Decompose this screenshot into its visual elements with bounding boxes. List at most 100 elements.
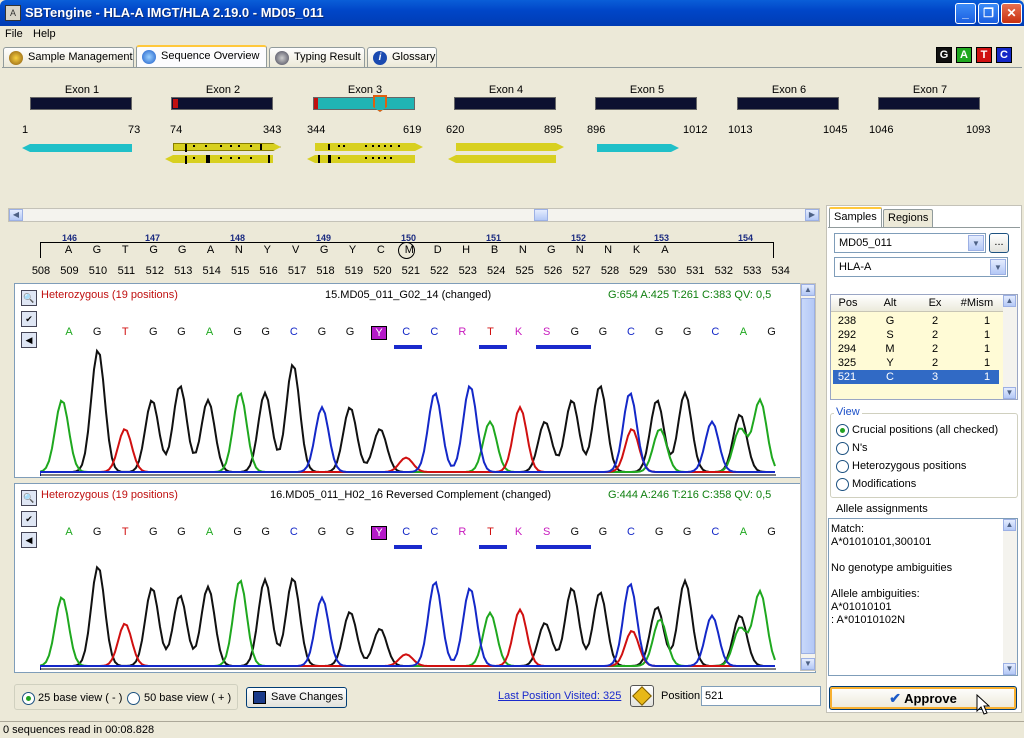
horizontal-scrollbar[interactable]: ◀ ▶ — [8, 208, 820, 222]
called-base[interactable]: A — [203, 326, 217, 338]
scroll-down-button[interactable]: ▼ — [1003, 387, 1016, 399]
table-cell[interactable]: S — [880, 329, 900, 341]
called-base[interactable]: G — [568, 526, 582, 538]
called-base[interactable]: G — [652, 526, 666, 538]
table-cell[interactable]: M — [880, 343, 900, 355]
chevron-down-icon[interactable]: ▼ — [990, 259, 1006, 275]
tab-glossary[interactable]: i Glossary — [367, 47, 437, 67]
called-base[interactable]: C — [624, 326, 638, 338]
radio-heterozygous[interactable] — [836, 460, 849, 473]
exon-bar[interactable] — [454, 97, 556, 110]
table-cell[interactable]: 1 — [972, 357, 1002, 369]
position-number[interactable]: 508 — [27, 265, 55, 277]
col-mism[interactable]: #Mism — [957, 297, 997, 309]
position-number[interactable]: 513 — [169, 265, 197, 277]
called-base[interactable]: A — [62, 526, 76, 538]
called-base[interactable]: C — [624, 526, 638, 538]
called-base[interactable]: R — [455, 326, 469, 338]
position-number[interactable]: 519 — [340, 265, 368, 277]
called-base[interactable]: T — [118, 526, 132, 538]
table-cell[interactable]: 3 — [925, 371, 945, 383]
read-arrow[interactable] — [456, 143, 564, 151]
base-g-toggle[interactable]: G — [936, 47, 952, 63]
exon-bar[interactable] — [878, 97, 980, 110]
called-base[interactable]: G — [680, 326, 694, 338]
col-pos[interactable]: Pos — [838, 297, 858, 309]
radio-25-base[interactable] — [22, 692, 35, 705]
browse-button[interactable]: ... — [989, 233, 1009, 253]
called-base[interactable]: G — [231, 526, 245, 538]
table-cell[interactable]: 2 — [925, 315, 945, 327]
vertical-scrollbar[interactable]: ▲ ▼ — [800, 283, 816, 671]
base-a-toggle[interactable]: A — [956, 47, 972, 63]
called-base[interactable]: G — [146, 326, 160, 338]
called-base[interactable]: C — [399, 526, 413, 538]
called-base[interactable]: S — [540, 326, 554, 338]
table-cell[interactable]: 521 — [833, 371, 861, 383]
sample-select[interactable]: MD05_011 ▼ — [834, 233, 986, 253]
menu-help[interactable]: Help — [33, 28, 56, 40]
called-base[interactable]: C — [427, 526, 441, 538]
trace-panel-2[interactable]: 🔍 ✔ ◀ Heterozygous (19 positions) 16.MD0… — [14, 483, 816, 673]
scroll-thumb[interactable] — [534, 209, 548, 221]
called-base[interactable]: G — [652, 326, 666, 338]
scroll-left-button[interactable]: ◀ — [9, 209, 23, 221]
called-base[interactable]: S — [540, 526, 554, 538]
table-cell[interactable]: 1 — [972, 371, 1002, 383]
position-number[interactable]: 517 — [283, 265, 311, 277]
radio-ns[interactable] — [836, 442, 849, 455]
position-number[interactable]: 512 — [141, 265, 169, 277]
tab-regions[interactable]: Regions — [883, 209, 934, 227]
base-t-toggle[interactable]: T — [976, 47, 992, 63]
scroll-up-button[interactable]: ▲ — [1003, 295, 1016, 307]
table-cell[interactable]: 1 — [972, 329, 1002, 341]
back-arrow-icon[interactable]: ◀ — [21, 332, 37, 348]
region-select[interactable]: HLA-A ▼ — [834, 257, 1008, 277]
called-base[interactable]: T — [484, 326, 498, 338]
called-base[interactable]: C — [708, 526, 722, 538]
table-cell[interactable]: 2 — [925, 357, 945, 369]
close-button[interactable]: ✕ — [1001, 3, 1022, 24]
table-cell[interactable]: 325 — [833, 357, 861, 369]
allele-scrollbar[interactable]: ▲ ▼ — [1003, 519, 1017, 675]
position-number[interactable]: 515 — [226, 265, 254, 277]
position-number[interactable]: 527 — [568, 265, 596, 277]
called-base[interactable]: G — [259, 326, 273, 338]
title-bar[interactable]: A SBTengine - HLA-A IMGT/HLA 2.19.0 - MD… — [0, 0, 1024, 26]
col-alt[interactable]: Alt — [880, 297, 900, 309]
table-cell[interactable]: 2 — [925, 343, 945, 355]
minimize-button[interactable]: _ — [955, 3, 976, 24]
position-number[interactable]: 533 — [738, 265, 766, 277]
scroll-thumb[interactable] — [801, 298, 815, 654]
table-cell[interactable]: G — [880, 315, 900, 327]
goto-position-button[interactable] — [630, 685, 654, 707]
position-number[interactable]: 525 — [511, 265, 539, 277]
table-cell[interactable]: 292 — [833, 329, 861, 341]
called-base[interactable]: A — [736, 526, 750, 538]
position-number[interactable]: 532 — [710, 265, 738, 277]
read-arrow[interactable] — [448, 155, 556, 163]
called-base[interactable]: Y — [371, 326, 388, 340]
table-cell[interactable]: C — [880, 371, 900, 383]
scroll-down-button[interactable]: ▼ — [801, 658, 815, 670]
position-number[interactable]: 520 — [368, 265, 396, 277]
chevron-down-icon[interactable]: ▼ — [968, 235, 984, 251]
called-base[interactable]: G — [343, 526, 357, 538]
position-number[interactable]: 511 — [112, 265, 140, 277]
tab-typing-result[interactable]: Typing Result — [269, 47, 365, 67]
radio-modifications[interactable] — [836, 478, 849, 491]
position-number[interactable]: 518 — [312, 265, 340, 277]
tab-samples[interactable]: Samples — [829, 207, 882, 227]
position-number[interactable]: 510 — [84, 265, 112, 277]
table-cell[interactable]: 238 — [833, 315, 861, 327]
exon-bar-current[interactable] — [313, 97, 415, 110]
called-base[interactable]: R — [455, 526, 469, 538]
called-base[interactable]: G — [174, 326, 188, 338]
scroll-right-button[interactable]: ▶ — [805, 209, 819, 221]
called-base[interactable]: G — [315, 326, 329, 338]
exon-bar[interactable] — [595, 97, 697, 110]
table-scrollbar[interactable]: ▲ ▼ — [1003, 295, 1017, 399]
called-base[interactable]: T — [118, 326, 132, 338]
restore-button[interactable]: ❐ — [978, 3, 999, 24]
called-base[interactable]: K — [512, 526, 526, 538]
